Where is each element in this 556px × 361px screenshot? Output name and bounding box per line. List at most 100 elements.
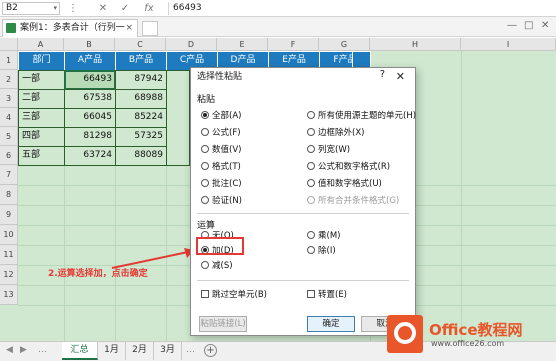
value-cell[interactable]: 85224: [115, 108, 167, 128]
workbook-tab[interactable]: 案例1：多表合计（行列一致）* ×: [2, 19, 138, 49]
operation-divide[interactable]: 除(I): [307, 245, 336, 257]
paste-option-formulas[interactable]: 公式(F): [201, 127, 241, 139]
restore-icon[interactable]: □: [524, 19, 533, 33]
option-label: 所有合并条件格式(G): [318, 196, 400, 206]
column-header[interactable]: E: [217, 38, 268, 51]
value-cell[interactable]: 57325: [115, 127, 167, 147]
cancel-icon[interactable]: ✕: [96, 2, 110, 15]
column-header[interactable]: D: [166, 38, 217, 51]
table-header-cell[interactable]: B产品: [115, 51, 167, 71]
option-label: 数值(V): [212, 145, 242, 155]
paste-link-button[interactable]: 粘贴链接(L): [199, 316, 247, 332]
row-header[interactable]: 11: [0, 245, 18, 265]
radio-icon: [201, 196, 209, 204]
paste-option-values-numbers[interactable]: 值和数字格式(U): [307, 178, 382, 190]
ok-button[interactable]: 确定: [307, 316, 355, 332]
row-header[interactable]: 1: [0, 51, 18, 70]
value-cell-selected[interactable]: 66493: [64, 70, 116, 90]
minimize-icon[interactable]: —: [507, 19, 517, 33]
close-window-icon[interactable]: ✕: [541, 19, 549, 33]
more-sheets-icon[interactable]: …: [38, 345, 47, 355]
scroll-right-icon[interactable]: ▶: [20, 345, 27, 355]
column-header[interactable]: H: [370, 38, 461, 51]
paste-option-column-widths[interactable]: 列宽(W): [307, 144, 350, 156]
formula-input[interactable]: 66493: [168, 2, 554, 15]
row-header[interactable]: 10: [0, 225, 18, 245]
close-icon[interactable]: ✕: [396, 68, 405, 86]
watermark-url: www.office26.com: [431, 339, 505, 348]
paste-option-comments[interactable]: 批注(C): [201, 178, 242, 190]
dept-cell[interactable]: 四部: [18, 127, 65, 147]
row-header[interactable]: 13: [0, 285, 18, 305]
checkbox-icon: [201, 290, 209, 298]
column-header[interactable]: B: [64, 38, 115, 51]
paste-option-validation[interactable]: 验证(N): [201, 195, 242, 207]
close-tab-icon[interactable]: ×: [125, 20, 133, 36]
table-body-region[interactable]: [166, 70, 190, 166]
row-header[interactable]: 12: [0, 265, 18, 285]
row-header[interactable]: 5: [0, 127, 18, 146]
row-header[interactable]: 6: [0, 146, 18, 165]
scroll-left-icon[interactable]: ◀: [6, 345, 13, 355]
paste-option-formats[interactable]: 格式(T): [201, 161, 241, 173]
paste-option-all[interactable]: 全部(A): [201, 110, 241, 122]
select-all-corner[interactable]: [0, 38, 18, 51]
operation-multiply[interactable]: 乘(M): [307, 230, 340, 242]
paste-option-source-theme[interactable]: 所有使用源主题的单元(H): [307, 110, 416, 122]
row-header[interactable]: 4: [0, 108, 18, 127]
paste-special-dialog: 选择性粘贴 ? ✕ 粘贴 全部(A) 公式(F) 数值(V) 格式(T) 批注(…: [190, 67, 416, 336]
watermark-logo: Office教程网 www.office26.com: [387, 313, 552, 359]
more-icon[interactable]: ⋮: [66, 2, 80, 15]
row-header[interactable]: 8: [0, 185, 18, 205]
column-header[interactable]: A: [18, 38, 64, 51]
value-cell[interactable]: 88089: [115, 146, 167, 166]
value-cell[interactable]: 63724: [64, 146, 116, 166]
paste-option-no-borders[interactable]: 边框除外(X): [307, 127, 364, 139]
new-tab-button[interactable]: [142, 21, 158, 36]
column-header[interactable]: I: [461, 38, 556, 51]
sheet-tab-jan[interactable]: 1月: [98, 342, 126, 360]
add-sheet-button[interactable]: +: [204, 344, 217, 357]
value-cell[interactable]: 66045: [64, 108, 116, 128]
office-logo-icon: [387, 315, 423, 353]
row-header[interactable]: 3: [0, 89, 18, 108]
sheet-tab-mar[interactable]: 3月: [154, 342, 182, 360]
table-header-cell[interactable]: 部门: [18, 51, 65, 71]
dept-cell[interactable]: 一部: [18, 70, 65, 90]
radio-icon: [307, 162, 315, 170]
row-header[interactable]: 2: [0, 70, 18, 89]
radio-icon: [307, 246, 315, 254]
radio-icon: [201, 179, 209, 187]
gridline: [461, 51, 462, 341]
value-cell[interactable]: 81298: [64, 127, 116, 147]
chevron-down-icon[interactable]: ▾: [53, 3, 57, 14]
column-header[interactable]: F: [268, 38, 319, 51]
option-label: 所有使用源主题的单元(H): [318, 111, 417, 121]
more-sheets-icon[interactable]: …: [186, 345, 195, 355]
name-box[interactable]: B2 ▾: [2, 2, 60, 15]
value-cell[interactable]: 67538: [64, 89, 116, 109]
insert-function-icon[interactable]: fx: [142, 2, 156, 15]
table-header-cell[interactable]: A产品: [64, 51, 116, 71]
sheet-tab-feb[interactable]: 2月: [126, 342, 154, 360]
paste-option-values[interactable]: 数值(V): [201, 144, 241, 156]
row-header[interactable]: 7: [0, 165, 18, 185]
column-header[interactable]: G: [319, 38, 370, 51]
transpose-checkbox[interactable]: 转置(E): [307, 289, 347, 301]
help-icon[interactable]: ?: [380, 69, 385, 80]
operation-subtract[interactable]: 减(S): [201, 260, 233, 272]
column-header[interactable]: C: [115, 38, 166, 51]
skip-blanks-checkbox[interactable]: 跳过空单元(B): [201, 289, 267, 301]
row-header[interactable]: 9: [0, 205, 18, 225]
option-label: 格式(T): [212, 162, 241, 172]
paste-option-formulas-numbers[interactable]: 公式和数字格式(R): [307, 161, 390, 173]
value-cell[interactable]: 87942: [115, 70, 167, 90]
dept-cell[interactable]: 二部: [18, 89, 65, 109]
radio-icon: [307, 111, 315, 119]
dept-cell[interactable]: 五部: [18, 146, 65, 166]
dept-cell[interactable]: 三部: [18, 108, 65, 128]
value-cell[interactable]: 68988: [115, 89, 167, 109]
sheet-tab-summary[interactable]: 汇总: [62, 342, 98, 360]
option-label: 全部(A): [212, 111, 242, 121]
confirm-icon[interactable]: ✓: [118, 2, 132, 15]
